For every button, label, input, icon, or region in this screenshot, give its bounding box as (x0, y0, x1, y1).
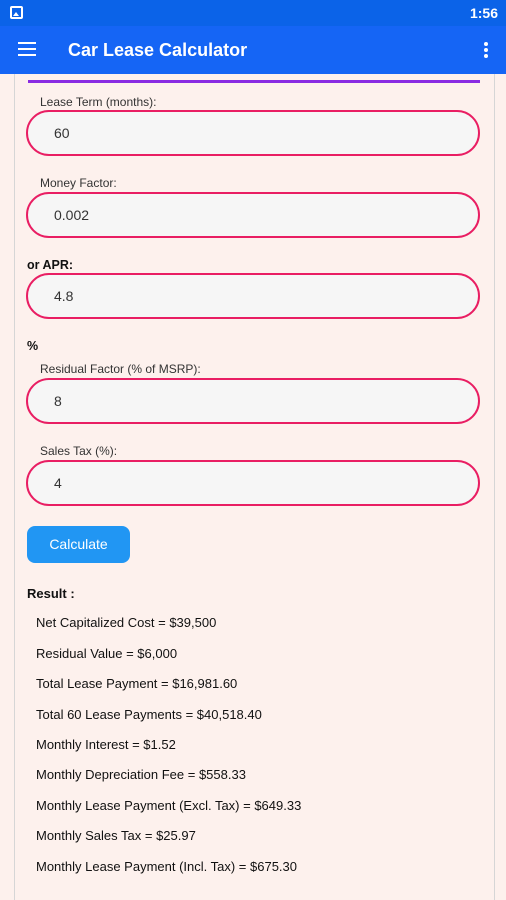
residual-factor-field[interactable] (26, 378, 480, 424)
result-total-lease-payment: Total Lease Payment = $16,981.60 (36, 676, 238, 691)
sales-tax-field[interactable] (26, 460, 480, 506)
menu-icon[interactable] (18, 42, 36, 56)
app-title: Car Lease Calculator (68, 40, 248, 60)
apr-label: or APR: (27, 258, 74, 272)
result-title: Result : (27, 586, 75, 601)
app-bar: Car Lease Calculator (0, 26, 506, 74)
status-bar: 1:56 (0, 0, 506, 26)
image-icon (10, 6, 23, 19)
result-monthly-depreciation-fee: Monthly Depreciation Fee = $558.33 (36, 767, 246, 782)
result-residual-value: Residual Value = $6,000 (36, 646, 178, 661)
lease-term-label: Lease Term (months): (40, 95, 157, 109)
result-monthly-payment-excl-tax: Monthly Lease Payment (Excl. Tax) = $649… (36, 798, 302, 813)
result-monthly-payment-incl-tax: Monthly Lease Payment (Incl. Tax) = $675… (36, 859, 297, 874)
apr-input[interactable] (28, 275, 478, 317)
status-time: 1:56 (469, 5, 498, 21)
money-factor-field[interactable] (26, 192, 480, 238)
residual-factor-input[interactable] (28, 380, 478, 422)
money-factor-input[interactable] (28, 194, 478, 236)
percent-label: % (27, 339, 39, 353)
result-monthly-sales-tax: Monthly Sales Tax = $25.97 (36, 828, 196, 843)
accent-divider (28, 80, 480, 83)
result-total-lease-payments: Total 60 Lease Payments = $40,518.40 (36, 707, 262, 722)
content-border-right (494, 74, 495, 900)
sales-tax-input[interactable] (28, 462, 478, 504)
money-factor-label: Money Factor: (40, 176, 117, 190)
lease-term-input[interactable] (28, 112, 478, 154)
calculate-button[interactable]: Calculate (27, 526, 130, 563)
result-monthly-interest: Monthly Interest = $1.52 (36, 737, 176, 752)
apr-field[interactable] (26, 273, 480, 319)
lease-term-field[interactable] (26, 110, 480, 156)
result-net-capitalized-cost: Net Capitalized Cost = $39,500 (36, 615, 217, 630)
residual-factor-label: Residual Factor (% of MSRP): (40, 362, 201, 376)
more-vert-icon[interactable] (484, 42, 488, 58)
content-border-left (14, 74, 15, 900)
sales-tax-label: Sales Tax (%): (40, 444, 118, 458)
